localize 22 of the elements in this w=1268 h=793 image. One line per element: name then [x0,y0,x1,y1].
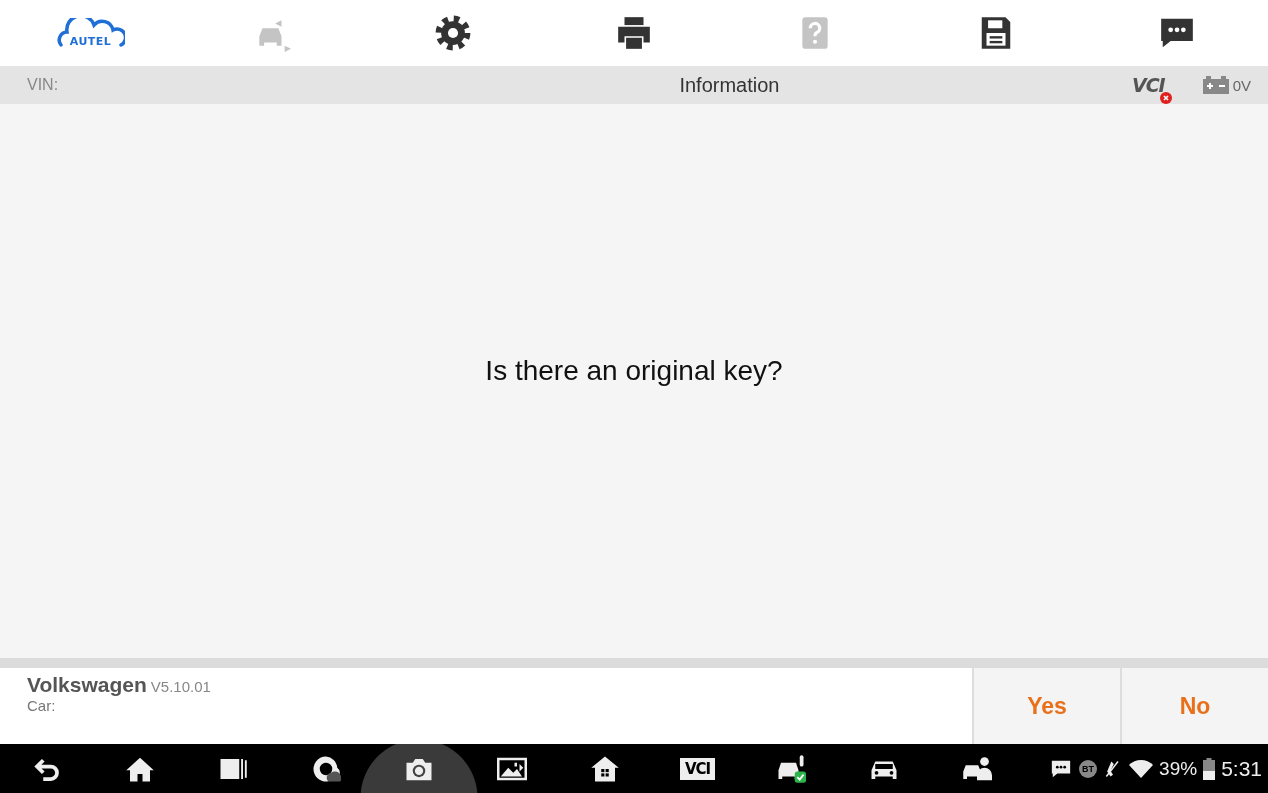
printer-icon[interactable] [615,14,653,52]
logo-button[interactable]: AUTEL [56,18,125,48]
battery-icon [1202,76,1229,94]
cloud-icon [56,18,125,48]
vci-status: VCI [1131,74,1165,96]
battery-percent: 39% [1159,757,1198,780]
wifi-icon [1129,758,1154,779]
gear-icon[interactable] [433,14,472,52]
vehicle-make: Volkswagen [27,673,147,696]
prompt-text: Is there an original key? [485,355,783,387]
answer-button[interactable]: No [1120,668,1268,744]
page-title: Information [678,73,781,97]
answer-button[interactable]: Yes [972,668,1120,744]
battery-level-icon [1203,757,1216,780]
car-label: Car: [27,697,57,714]
nav-button[interactable]: VCI [651,744,744,793]
voltage-reading: 0V [1232,76,1251,94]
clock-time: 5:31 [1221,756,1262,781]
software-version: V5.10.01 [150,678,211,695]
vci-icon: VCI [679,757,716,780]
vin-label: VIN: [27,76,60,94]
bluetooth-badge: BT [1079,759,1098,778]
